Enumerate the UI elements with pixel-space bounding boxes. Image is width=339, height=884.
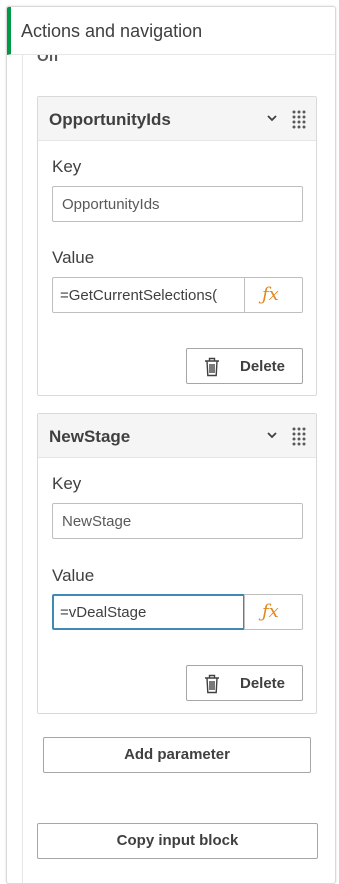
parameter-name: OpportunityIds xyxy=(49,110,171,129)
delete-label: Delete xyxy=(240,675,286,692)
parameter-card-header[interactable]: NewStage xyxy=(38,414,316,458)
parameter-card-newstage: NewStage Key Value ƒx xyxy=(37,413,317,714)
value-input[interactable] xyxy=(52,277,245,313)
drag-handle-icon[interactable] xyxy=(291,109,307,129)
key-label: Key xyxy=(52,474,82,493)
parameter-name: NewStage xyxy=(49,427,131,446)
function-fx-icon: ƒx xyxy=(262,601,279,622)
value-input[interactable] xyxy=(52,594,245,630)
value-field-row: ƒx xyxy=(52,277,303,313)
trash-icon xyxy=(205,357,219,377)
delete-label: Delete xyxy=(240,358,286,375)
previous-setting-value: Off xyxy=(37,55,59,65)
delete-button[interactable]: Delete xyxy=(186,665,303,701)
section-divider xyxy=(22,55,23,883)
function-fx-icon: ƒx xyxy=(262,284,279,305)
trash-icon xyxy=(205,674,219,694)
panel-title: Actions and navigation xyxy=(21,21,203,41)
value-label: Value xyxy=(52,566,95,585)
value-label: Value xyxy=(52,248,95,267)
panel-header[interactable]: Actions and navigation xyxy=(7,7,335,55)
actions-navigation-panel: Actions and navigation Off OpportunityId… xyxy=(6,6,336,884)
copy-input-block-button[interactable]: Copy input block xyxy=(37,823,318,859)
add-parameter-button[interactable]: Add parameter xyxy=(43,737,311,773)
drag-handle-icon[interactable] xyxy=(291,426,307,446)
chevron-down-icon[interactable] xyxy=(265,111,279,125)
expression-editor-button[interactable]: ƒx xyxy=(244,277,303,313)
delete-button[interactable]: Delete xyxy=(186,348,303,384)
key-label: Key xyxy=(52,157,82,176)
parameter-card-opportunityids: OpportunityIds Key Value ƒx xyxy=(37,96,317,396)
parameter-card-header[interactable]: OpportunityIds xyxy=(38,97,316,141)
key-input[interactable] xyxy=(52,503,303,539)
key-input[interactable] xyxy=(52,186,303,222)
value-field-row: ƒx xyxy=(52,594,303,630)
chevron-down-icon[interactable] xyxy=(265,428,279,442)
expression-editor-button[interactable]: ƒx xyxy=(244,594,303,630)
